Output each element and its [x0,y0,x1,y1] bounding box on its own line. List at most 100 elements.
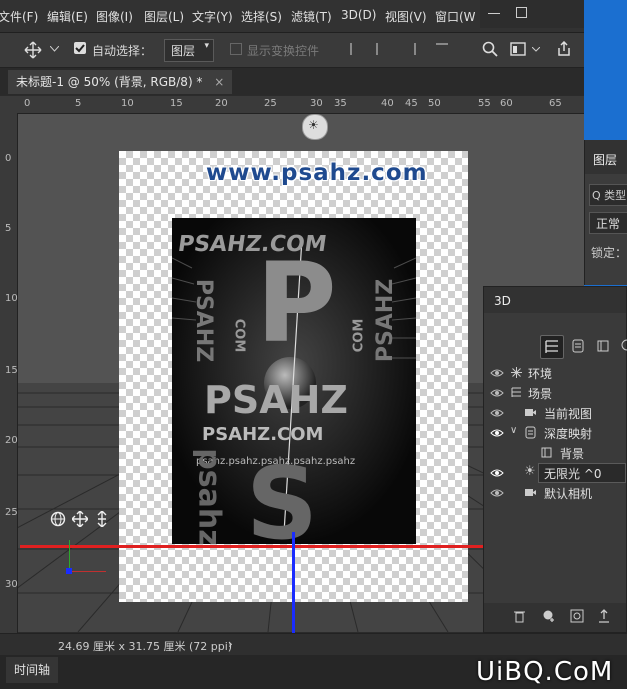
3d-row-background[interactable]: 背景 [484,443,627,463]
align-top-icon[interactable] [436,43,448,57]
checkbox-checked-icon [75,44,85,53]
slide-icon[interactable] [96,511,108,527]
eye-icon[interactable] [490,386,504,400]
auto-select-checkbox[interactable] [74,42,86,54]
menu-file[interactable]: 文件(F) [0,8,38,25]
art-text-side-right: PSAHZ [373,278,399,363]
menu-edit[interactable]: 编辑(E) [47,8,88,25]
site-watermark: UiBQ.CoM [476,657,614,687]
auto-select-dropdown[interactable]: 图层 ▾ [164,39,214,62]
filter-scene-button[interactable] [540,335,564,359]
axis-x-line[interactable] [20,545,484,548]
restore-button[interactable] [516,7,527,18]
light-orb-icon[interactable]: ☀ [302,114,328,140]
ruler-label: 50 [428,98,441,109]
align-left-icon[interactable] [350,43,364,55]
auto-select-label: 自动选择： [92,44,153,58]
3d-row-current-view[interactable]: 当前视图 [484,403,627,423]
filter-icon [545,340,558,353]
export-icon[interactable] [598,609,610,623]
3d-panel: 3D 环境 场景 当前视图 ∨ 深度映射 背景 ☀ 无限光 ^0 默认相机 [483,286,627,633]
orbit-icon[interactable] [50,511,66,527]
filter-material-icon[interactable] [596,339,610,353]
options-bar: 自动选择： 图层 ▾ 显示变换控件 [0,33,584,68]
ruler-label: 0 [5,153,12,164]
filter-light-icon[interactable] [620,339,627,353]
move-icon[interactable] [24,41,42,59]
eye-icon[interactable] [490,486,504,500]
chevron-down-icon[interactable] [532,47,540,52]
eye-icon[interactable] [490,406,504,420]
ruler-label: 15 [170,98,183,109]
show-transform-checkbox[interactable] [230,43,242,55]
axis-y-line[interactable] [292,532,295,636]
light-sun-icon: ☀ [308,118,319,132]
timeline-tab[interactable]: 时间轴 [6,657,59,683]
chevron-down-icon: ▾ [204,41,209,51]
filter-mesh-icon[interactable] [572,339,584,353]
search-icon[interactable] [482,41,498,57]
art-text-bottom-s: S [246,445,319,545]
ruler-label: 25 [264,98,277,109]
ruler-label: 10 [5,293,18,304]
art-text-com-b: COM [351,318,367,353]
menu-select[interactable]: 选择(S) [241,8,282,25]
window-icon[interactable] [510,42,526,56]
3d-filter-bar [484,335,627,359]
art-text-side-left: PSAHZ [191,278,217,363]
layer-filter-text: Q 类型 [592,189,627,202]
menu-image[interactable]: 图像(I) [96,8,133,25]
gizmo-z[interactable] [66,568,72,574]
gizmo-x[interactable] [70,571,106,572]
status-arrow[interactable]: › [228,637,233,651]
camera-icon [525,409,536,416]
3d-row-label: 默认相机 [544,487,593,501]
ruler-label: 60 [500,98,513,109]
eye-icon[interactable] [490,466,504,480]
3d-row-label: 场景 [528,387,553,401]
pan-icon[interactable] [72,511,88,527]
menu-window[interactable]: 窗口(W [435,8,476,25]
art-text-big-p: P [256,239,337,367]
show-transform-label: 显示变换控件 [247,44,320,58]
horizontal-ruler[interactable]: 0 5 10 15 20 25 30 35 40 45 50 55 60 65 [0,96,584,114]
light-add-icon[interactable] [542,609,556,623]
menu-type[interactable]: 文字(Y) [192,8,233,25]
3d-artwork[interactable]: PSAHZ.COM P COM COM PSAHZ PSAHZ PSAHZ PS… [172,218,416,544]
eye-icon[interactable] [490,366,504,380]
minimize-button[interactable] [488,13,500,14]
ruler-label: 20 [5,435,18,446]
3d-tab[interactable]: 3D [494,294,511,308]
close-icon[interactable]: × [214,75,224,89]
share-icon[interactable] [556,41,572,57]
light-icon: ☀ [524,464,536,479]
chevron-down-icon[interactable]: ∨ [510,425,517,436]
3d-row-depth-map[interactable]: ∨ 深度映射 [484,423,627,443]
trash-icon[interactable] [514,610,525,623]
art-text-lower: PSAHZ.COM [202,424,324,445]
layer-filter-box[interactable]: Q 类型 [589,184,627,206]
blend-mode-dropdown[interactable]: 正常 [589,212,627,234]
ruler-label: 10 [121,98,134,109]
vertical-ruler[interactable]: 0 5 10 15 20 25 30 [0,113,18,633]
timeline-tab-label: 时间轴 [14,663,51,677]
ruler-label: 30 [5,579,18,590]
3d-row-default-camera[interactable]: 默认相机 [484,483,627,503]
eye-icon[interactable] [490,426,504,440]
menu-view[interactable]: 视图(V) [385,8,427,25]
blend-mode-value: 正常 [596,217,621,231]
layers-tab[interactable]: 图层 [593,151,617,168]
document-tab[interactable]: 未标题-1 @ 50% (背景, RGB/8) * × [8,70,233,94]
align-right-icon[interactable] [402,43,416,55]
ruler-label: 25 [5,507,18,518]
menu-filter[interactable]: 滤镜(T) [291,8,332,25]
align-center-icon[interactable] [376,43,390,55]
3d-row-infinite-light[interactable]: ☀ 无限光 ^0 [484,463,627,483]
3d-row-scene[interactable]: 场景 [484,383,627,403]
menu-3d[interactable]: 3D(D) [341,8,376,22]
canvas-watermark: www.psahz.com [206,160,428,186]
chevron-down-icon[interactable] [50,46,59,52]
render-icon[interactable] [570,609,584,623]
menu-layer[interactable]: 图层(L) [144,8,184,25]
3d-row-environment[interactable]: 环境 [484,363,627,383]
